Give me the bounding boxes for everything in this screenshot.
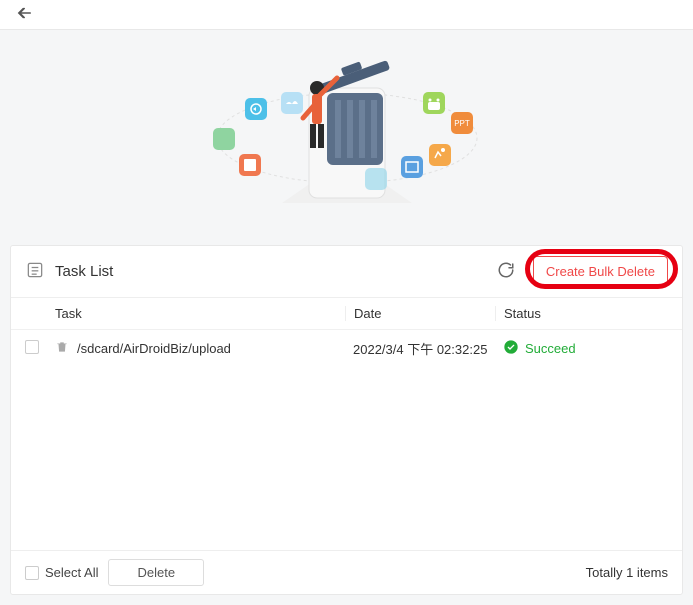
row-status: Succeed (525, 341, 576, 356)
hero-illustration: PPT (0, 30, 693, 225)
panel-title: Task List (55, 263, 113, 280)
back-icon[interactable] (12, 4, 34, 25)
column-header-date: Date (345, 306, 495, 321)
top-bar (0, 0, 693, 30)
task-table: Task Date Status /sdcard/AirDroidBiz/upl… (11, 298, 682, 550)
check-circle-icon (503, 339, 519, 358)
column-header-status: Status (495, 306, 668, 321)
delete-button[interactable]: Delete (108, 559, 204, 586)
panel-footer: Select All Delete Totally 1 items (11, 550, 682, 594)
select-all-checkbox[interactable] (25, 566, 39, 580)
row-date: 2022/3/4 下午 02:32:25 (345, 339, 495, 358)
table-row[interactable]: /sdcard/AirDroidBiz/upload 2022/3/4 下午 0… (11, 330, 682, 366)
row-checkbox[interactable] (25, 340, 39, 354)
row-path: /sdcard/AirDroidBiz/upload (77, 341, 231, 356)
column-header-task: Task (55, 306, 345, 321)
trash-icon (55, 340, 69, 357)
select-all[interactable]: Select All (25, 565, 98, 580)
task-list-panel: Task List Create Bulk Delete Task Date S… (10, 245, 683, 595)
table-header-row: Task Date Status (11, 298, 682, 330)
refresh-icon[interactable] (497, 261, 515, 282)
total-items-label: Totally 1 items (586, 565, 668, 580)
select-all-label: Select All (45, 565, 98, 580)
create-bulk-delete-button[interactable]: Create Bulk Delete (533, 256, 668, 287)
list-icon (25, 260, 45, 283)
panel-header: Task List Create Bulk Delete (11, 246, 682, 298)
svg-text:PPT: PPT (454, 119, 470, 128)
